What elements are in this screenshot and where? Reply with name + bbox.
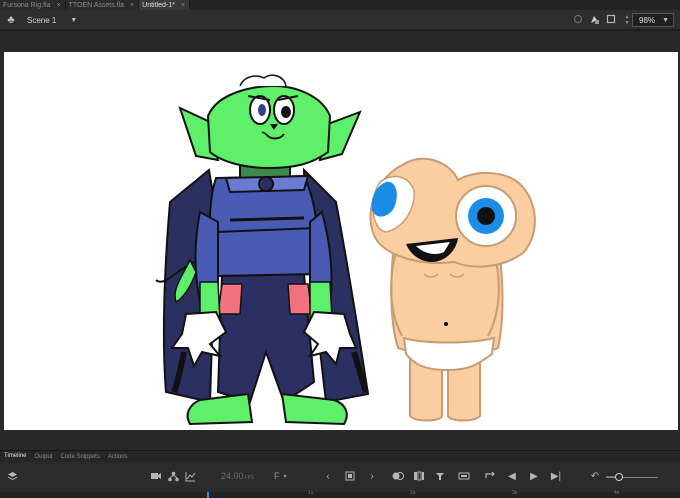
tab-actions[interactable]: Actions	[104, 451, 132, 463]
tab-output[interactable]: Output	[30, 451, 56, 463]
play-icon[interactable]: ▶	[528, 471, 540, 483]
stage-artwork	[155, 74, 536, 426]
chevron-left-icon[interactable]: ‹	[322, 471, 334, 483]
snap-icon[interactable]	[572, 14, 584, 26]
onion-skin-icon[interactable]	[392, 471, 404, 483]
zoom-stepper-icon[interactable]: ▲ ▼	[624, 14, 630, 26]
step-back-icon[interactable]: ◀	[506, 471, 518, 483]
tab-fursona-rig[interactable]: Fursona Rig.fla ×	[0, 0, 66, 10]
ruler-mark: 2s	[410, 490, 416, 496]
graph-icon[interactable]	[184, 471, 196, 483]
stage[interactable]	[4, 52, 678, 430]
frame-label: F	[274, 471, 280, 481]
edit-bar: ♣ Scene 1 ▼ ▲ ▼ 98% ▼	[0, 10, 680, 30]
insert-keyframe-icon[interactable]	[344, 471, 356, 483]
filter-icon[interactable]	[434, 471, 446, 483]
step-forward-icon[interactable]: ▶|	[550, 471, 562, 483]
create-tween-icon[interactable]	[458, 471, 470, 483]
edit-multiple-frames-icon[interactable]	[413, 471, 425, 483]
clip-stage-icon[interactable]	[605, 14, 617, 26]
ruler-mark: 1s	[308, 490, 314, 496]
timeline-toolbar: 24.00 FPS F ▾ ‹ › ◀ ▶ ▶| ↶ —	[0, 462, 680, 492]
tab-timeline[interactable]: Timeline	[0, 451, 31, 463]
tab-label: Fursona Rig.fla	[3, 1, 51, 9]
close-icon[interactable]: ×	[56, 2, 60, 9]
zoom-out-icon[interactable]: —	[606, 471, 615, 481]
ruler-mark: 3s	[512, 490, 518, 496]
chevron-down-icon: ▼	[70, 16, 78, 24]
tab-label: TTOEN Assets.fla	[68, 1, 125, 9]
panel-tabs: Timeline Output Code Snippets Actions	[0, 450, 680, 463]
loop-icon[interactable]	[484, 471, 496, 483]
camera-icon[interactable]	[150, 471, 162, 483]
fps-unit: FPS	[244, 475, 255, 481]
scene-label: Scene 1	[27, 15, 57, 25]
tab-label: Untitled-1*	[142, 1, 175, 9]
zoom-value: 98%	[639, 15, 656, 25]
tab-untitled-1[interactable]: Untitled-1* ×	[139, 0, 190, 10]
chevron-right-icon[interactable]: ›	[366, 471, 378, 483]
time-ruler[interactable]: 1s 2s 3s 4s	[0, 490, 680, 498]
chevron-down-icon: ▾	[283, 473, 287, 480]
playhead[interactable]	[207, 492, 209, 498]
layer-parenting-icon[interactable]	[167, 471, 179, 483]
tab-ttoen-assets[interactable]: TTOEN Assets.fla ×	[65, 0, 140, 10]
tab-code-snippets[interactable]: Code Snippets	[56, 451, 103, 463]
zoom-input[interactable]: 98% ▼	[632, 13, 674, 27]
frame-field[interactable]: F ▾	[274, 471, 287, 481]
green-cat-character	[155, 74, 370, 426]
ruler-mark: 4s	[614, 490, 620, 496]
edit-symbols-icon[interactable]	[588, 14, 600, 26]
chevron-down-icon: ▼	[662, 16, 669, 24]
document-tabs: Fursona Rig.fla × TTOEN Assets.fla × Unt…	[0, 0, 680, 10]
undo-icon[interactable]: ↶	[589, 471, 601, 483]
fps-value: 24.00	[221, 471, 244, 481]
layers-icon[interactable]	[6, 471, 18, 483]
scene-dropdown[interactable]: Scene 1 ▼	[27, 14, 77, 26]
close-icon[interactable]: ×	[130, 2, 134, 9]
timeline-zoom-handle[interactable]	[615, 473, 623, 481]
timeline-zoom-slider[interactable]	[606, 477, 658, 478]
peach-blob-character	[369, 157, 536, 422]
pasteboard	[0, 31, 680, 450]
fps-field[interactable]: 24.00 FPS	[221, 471, 254, 481]
scene-icon[interactable]: ♣	[5, 14, 17, 26]
close-icon[interactable]: ×	[181, 2, 185, 9]
